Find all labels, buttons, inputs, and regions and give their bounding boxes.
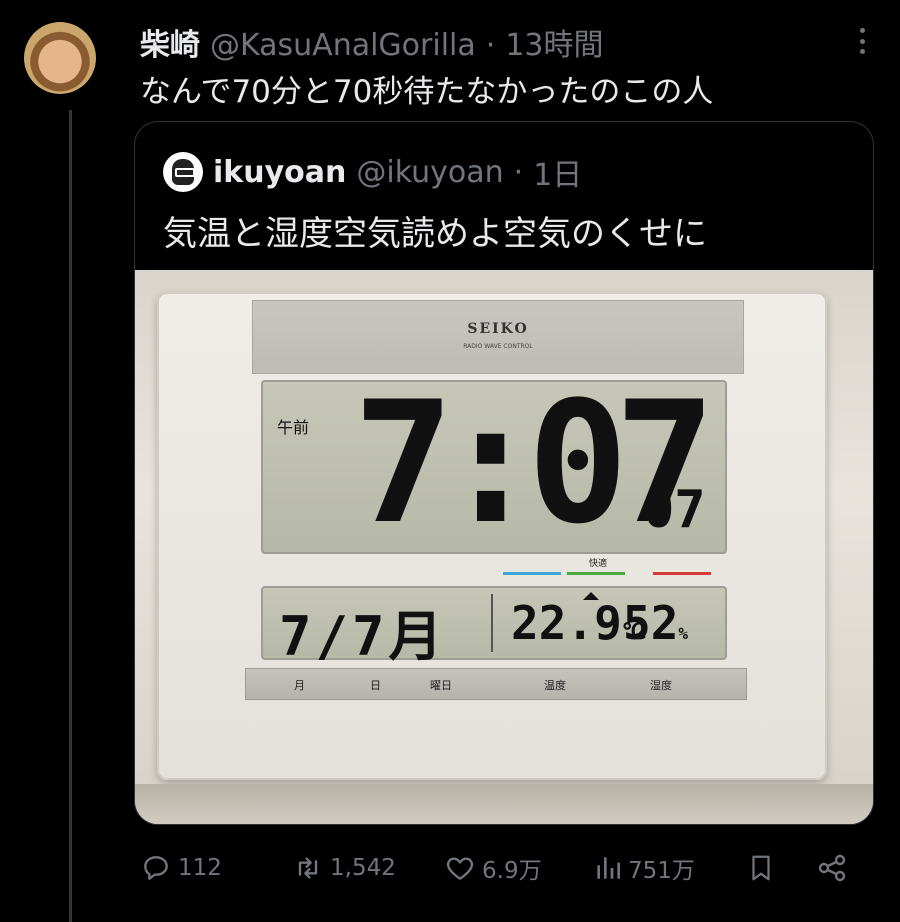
quoted-post-header: ikuyoan @ikuyoan · 1日 — [163, 150, 582, 194]
brand-bar: SEIKO RADIO WAVE CONTROL — [252, 300, 744, 374]
wall-background — [135, 784, 873, 824]
quoted-author-avatar — [163, 152, 203, 192]
post-timestamp[interactable]: 13時間 — [505, 20, 603, 64]
date-env-display: 7/7月 22.9℃ 52% — [261, 586, 727, 668]
repost-count: 1,542 — [330, 855, 396, 881]
more-options-icon[interactable] — [858, 28, 866, 54]
comfort-label: 快適 — [589, 559, 608, 569]
ampm-label: 午前 — [277, 418, 310, 437]
heart-icon — [444, 852, 476, 884]
thread-line — [69, 110, 72, 922]
comfort-bar-humid — [653, 572, 711, 575]
share-icon — [816, 852, 848, 884]
share-button[interactable] — [816, 848, 848, 888]
action-bar: 112 1,542 6.9万 751万 — [140, 848, 870, 888]
bookmark-button[interactable] — [746, 848, 776, 888]
clock-photo[interactable]: SEIKO RADIO WAVE CONTROL 午前 7:07 07 快適 7… — [135, 270, 873, 824]
comfort-bar-dry — [503, 572, 561, 575]
humidity-reading: 52% — [623, 596, 688, 650]
reply-button[interactable]: 112 — [140, 848, 222, 888]
reply-count: 112 — [178, 855, 222, 881]
post-header: 柴崎 @KasuAnalGorilla · 13時間 — [140, 20, 604, 63]
repost-icon — [292, 852, 324, 884]
post-text: なんで70分と70秒待たなかったのこの人 — [140, 74, 714, 110]
views-button[interactable]: 751万 — [594, 848, 695, 888]
like-button[interactable]: 6.9万 — [444, 848, 542, 888]
display-divider — [491, 594, 493, 652]
view-count: 751万 — [628, 858, 695, 884]
label-day: 日 — [370, 679, 381, 692]
label-month: 月 — [294, 679, 305, 692]
seconds-digits: 07 — [643, 480, 706, 540]
reply-icon — [140, 852, 172, 884]
comfort-bar-comfortable — [567, 572, 625, 575]
quoted-post-text: 気温と湿度空気読めよ空気のくせに — [163, 214, 707, 254]
label-bar: 月 日 曜日 温度 湿度 — [245, 668, 747, 700]
brand-logo: SEIKO — [467, 321, 529, 337]
temperature-value: 22.9 — [511, 596, 622, 650]
label-weekday: 曜日 — [430, 679, 452, 692]
brand-subtitle: RADIO WAVE CONTROL — [463, 343, 533, 350]
quoted-author-handle: @ikuyoan — [356, 154, 504, 190]
separator-dot: · — [485, 28, 496, 63]
humidity-unit: % — [678, 624, 689, 643]
author-handle[interactable]: @KasuAnalGorilla — [210, 28, 476, 63]
author-display-name[interactable]: 柴崎 — [140, 20, 200, 64]
digital-clock: SEIKO RADIO WAVE CONTROL 午前 7:07 07 快適 7… — [157, 292, 827, 780]
bar-chart-icon — [594, 852, 622, 884]
repost-button[interactable]: 1,542 — [292, 848, 396, 888]
like-count: 6.9万 — [482, 858, 542, 884]
separator-dot: · — [513, 154, 524, 190]
quoted-post-timestamp: 1日 — [533, 158, 583, 193]
bookmark-icon — [746, 852, 776, 884]
quoted-post[interactable]: ikuyoan @ikuyoan · 1日 気温と湿度空気読めよ空気のくせに S… — [134, 121, 874, 825]
label-temperature: 温度 — [544, 679, 566, 692]
quoted-author-display-name: ikuyoan — [213, 154, 347, 190]
label-humidity: 湿度 — [650, 679, 672, 692]
time-display: 午前 7:07 07 — [261, 378, 727, 554]
humidity-value: 52 — [623, 596, 679, 650]
author-avatar[interactable] — [24, 22, 96, 94]
date-digits: 7/7月 — [279, 605, 447, 668]
